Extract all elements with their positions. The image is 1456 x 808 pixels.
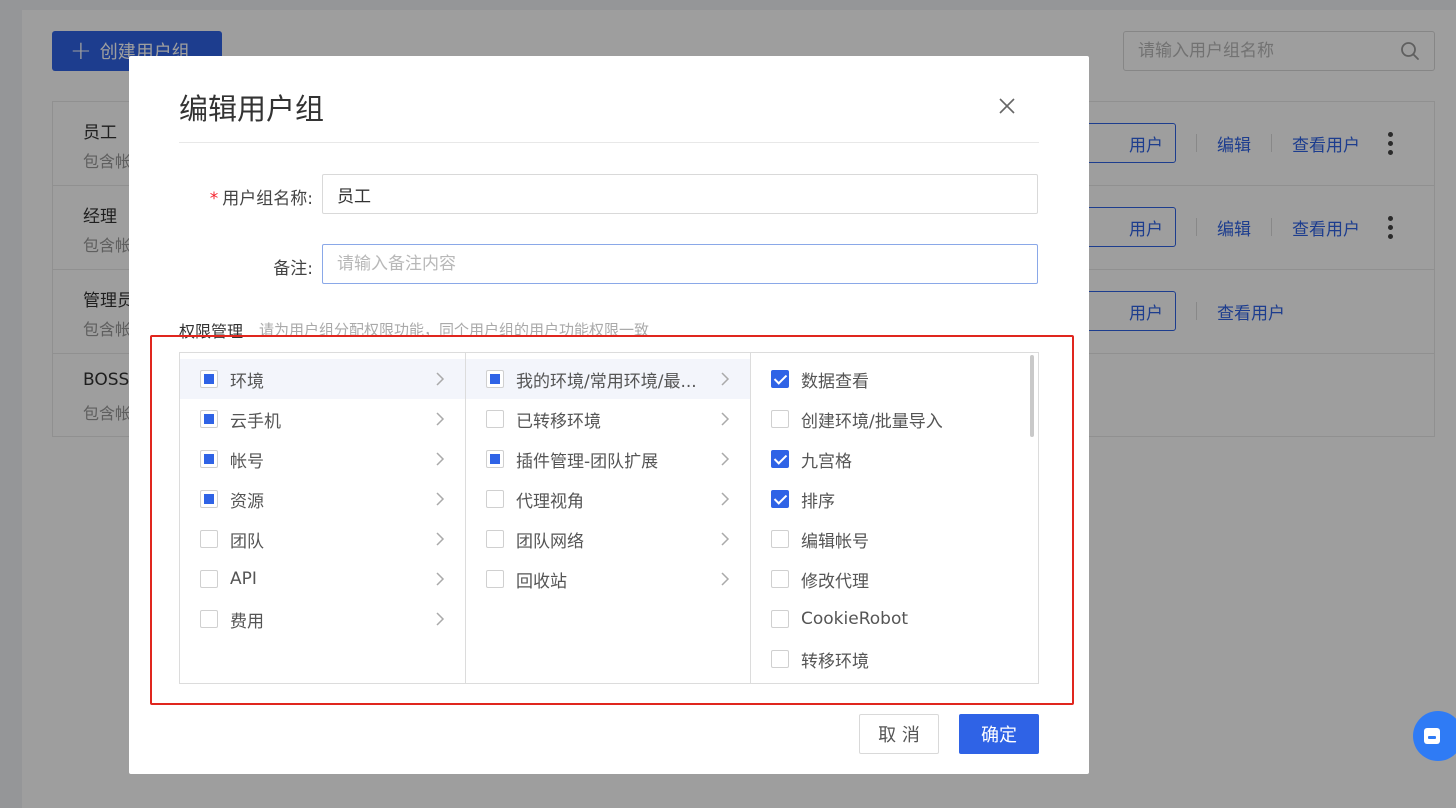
checkbox[interactable] — [200, 570, 218, 588]
module-item-label: API — [230, 569, 257, 589]
confirm-button[interactable]: 确定 — [959, 714, 1039, 754]
action-item-label: 九宫格 — [801, 451, 852, 472]
cancel-button[interactable]: 取 消 — [859, 714, 939, 754]
permission-column-pages: 我的环境/常用环境/最... 已转移环境插件管理-团队扩展 代理视角团队网络回收站 — [466, 353, 751, 683]
permission-column-actions[interactable]: 数据查看创建环境/批量导入 九宫格排序编辑帐号修改代理 CookieRobot 转移环… — [751, 353, 1038, 683]
module-item[interactable]: 帐号 — [180, 439, 465, 479]
action-item[interactable]: 编辑帐号 — [751, 519, 1038, 559]
action-item-label: 数据查看 — [801, 371, 869, 392]
close-icon[interactable] — [995, 94, 1019, 118]
checkbox[interactable] — [486, 490, 504, 508]
chevron-right-icon[interactable] — [720, 491, 730, 507]
chevron-right-icon[interactable] — [720, 531, 730, 547]
action-item-label: 转移环境 — [801, 651, 869, 672]
chevron-right-icon[interactable] — [435, 531, 445, 547]
chevron-right-icon[interactable] — [720, 371, 730, 387]
required-mark: * — [209, 189, 219, 209]
page-item-label: 代理视角 — [516, 491, 584, 512]
chat-support-button[interactable] — [1413, 711, 1456, 761]
checkbox[interactable] — [200, 530, 218, 548]
checkbox[interactable] — [771, 610, 789, 628]
page-item[interactable]: 插件管理-团队扩展 — [466, 439, 750, 479]
action-item[interactable]: 九宫格 — [751, 439, 1038, 479]
module-item[interactable]: 云手机 — [180, 399, 465, 439]
chevron-right-icon[interactable] — [720, 451, 730, 467]
action-item[interactable]: 创建环境/批量导入 — [751, 399, 1038, 439]
checkbox[interactable] — [771, 450, 789, 468]
page-item[interactable]: 回收站 — [466, 559, 750, 599]
page-item-label: 插件管理-团队扩展 — [516, 451, 659, 472]
chevron-right-icon[interactable] — [720, 411, 730, 427]
module-item-label: 团队 — [230, 531, 264, 552]
group-name-input[interactable] — [322, 174, 1038, 214]
action-item[interactable]: 转移环境 — [751, 639, 1038, 679]
action-item-label: 创建环境/批量导入 — [801, 411, 943, 432]
checkbox[interactable] — [771, 410, 789, 428]
checkbox[interactable] — [200, 490, 218, 508]
checkbox[interactable] — [771, 370, 789, 388]
module-item-label: 环境 — [230, 371, 264, 392]
module-item-label: 云手机 — [230, 411, 281, 432]
permission-column-modules: 环境云手机帐号资源团队 API 费用 — [180, 353, 466, 683]
chevron-right-icon[interactable] — [720, 571, 730, 587]
checkbox[interactable] — [486, 450, 504, 468]
action-item[interactable]: 排序 — [751, 479, 1038, 519]
page-item[interactable]: 代理视角 — [466, 479, 750, 519]
chevron-right-icon[interactable] — [435, 411, 445, 427]
remark-label: 备注: — [273, 259, 313, 279]
checkbox[interactable] — [486, 410, 504, 428]
page-item[interactable]: 已转移环境 — [466, 399, 750, 439]
checkbox[interactable] — [486, 570, 504, 588]
action-item[interactable]: CookieRobot — [751, 599, 1038, 639]
module-item-label: 资源 — [230, 491, 264, 512]
group-name-label: * 用户组名称: — [179, 184, 313, 209]
action-item[interactable]: 修改代理 — [751, 559, 1038, 599]
module-item-label: 费用 — [230, 611, 264, 632]
checkbox[interactable] — [200, 610, 218, 628]
chevron-right-icon[interactable] — [435, 491, 445, 507]
page-item-label: 我的环境/常用环境/最... — [516, 371, 697, 392]
page-item-label: 回收站 — [516, 571, 567, 592]
action-item[interactable]: 数据查看 — [751, 359, 1038, 399]
remark-input[interactable] — [322, 244, 1038, 284]
permission-panel: 环境云手机帐号资源团队 API 费用 我的环境/常用环境/最... 已转移环境插件管理… — [179, 352, 1039, 684]
action-item-label: 修改代理 — [801, 571, 869, 592]
checkbox[interactable] — [771, 490, 789, 508]
page-item[interactable]: 我的环境/常用环境/最... — [466, 359, 750, 399]
chat-icon — [1424, 728, 1440, 744]
chevron-right-icon[interactable] — [435, 571, 445, 587]
checkbox[interactable] — [486, 370, 504, 388]
dialog-title: 编辑用户组 — [179, 92, 325, 126]
action-item-label: CookieRobot — [801, 609, 909, 629]
edit-user-group-dialog: 编辑用户组 *用户组名称: 备注: 权限管理 请为用户组分配权限功能，同个用户组… — [129, 56, 1089, 774]
group-name-label-text: 用户组名称: — [222, 189, 313, 209]
page-item[interactable]: 团队网络 — [466, 519, 750, 559]
page-item-label: 已转移环境 — [516, 411, 601, 432]
checkbox[interactable] — [771, 650, 789, 668]
checkbox[interactable] — [771, 530, 789, 548]
chevron-right-icon[interactable] — [435, 451, 445, 467]
module-item[interactable]: API — [180, 559, 465, 599]
checkbox[interactable] — [486, 530, 504, 548]
title-divider — [179, 142, 1039, 143]
module-item[interactable]: 团队 — [180, 519, 465, 559]
module-item[interactable]: 费用 — [180, 599, 465, 639]
module-item[interactable]: 资源 — [180, 479, 465, 519]
checkbox[interactable] — [200, 370, 218, 388]
checkbox[interactable] — [771, 570, 789, 588]
chevron-right-icon[interactable] — [435, 611, 445, 627]
chevron-right-icon[interactable] — [435, 371, 445, 387]
action-item-label: 排序 — [801, 491, 835, 512]
module-item-label: 帐号 — [230, 451, 264, 472]
action-item-label: 编辑帐号 — [801, 531, 869, 552]
checkbox[interactable] — [200, 410, 218, 428]
page-item-label: 团队网络 — [516, 531, 584, 552]
module-item[interactable]: 环境 — [180, 359, 465, 399]
checkbox[interactable] — [200, 450, 218, 468]
